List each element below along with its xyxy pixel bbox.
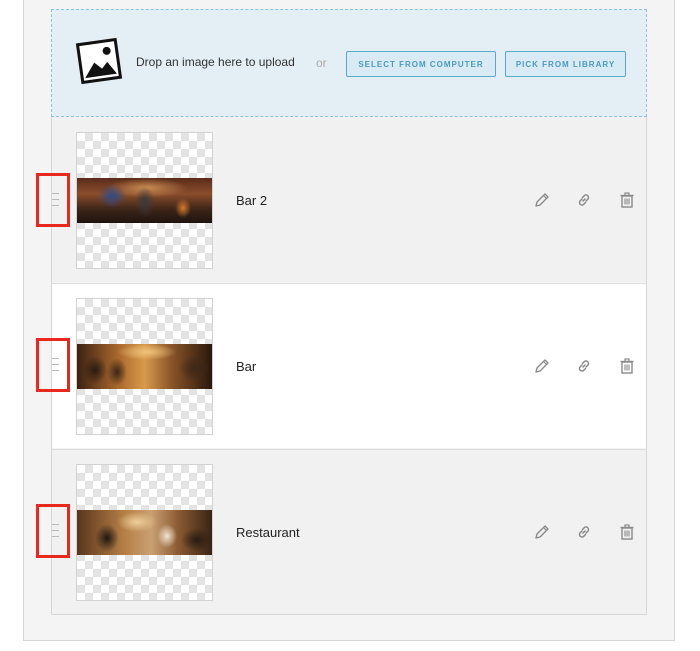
drag-handle-icon: [52, 524, 59, 538]
image-thumbnail[interactable]: [76, 298, 213, 435]
link-icon[interactable]: [575, 357, 593, 375]
image-thumbnail[interactable]: [76, 464, 213, 601]
or-separator: or: [316, 56, 327, 70]
pencil-icon[interactable]: [533, 357, 551, 375]
drag-handle[interactable]: [36, 173, 70, 227]
pencil-icon[interactable]: [533, 191, 551, 209]
image-title: Bar 2: [236, 193, 268, 208]
drop-instructions: Drop an image here to upload: [136, 55, 295, 69]
list-item: Restaurant: [36, 449, 646, 614]
link-icon[interactable]: [575, 191, 593, 209]
restaurant-photo: [77, 510, 212, 555]
list-item: Bar 2: [36, 117, 646, 282]
link-icon[interactable]: [575, 523, 593, 541]
trash-icon[interactable]: [618, 523, 636, 541]
pencil-icon[interactable]: [533, 523, 551, 541]
image-list: Bar 2 Bar Restaurant: [36, 117, 647, 615]
image-title: Restaurant: [236, 525, 300, 540]
drag-handle-icon: [52, 358, 59, 372]
image-title: Bar: [236, 359, 257, 374]
drag-handle[interactable]: [36, 338, 70, 392]
bar-photo: [77, 344, 212, 389]
trash-icon[interactable]: [618, 191, 636, 209]
pick-from-library-button[interactable]: PICK FROM LIBRARY: [505, 51, 626, 77]
drag-handle-icon: [52, 193, 59, 207]
list-item: Bar: [36, 283, 646, 448]
image-dropzone[interactable]: Drop an image here to upload or SELECT F…: [51, 9, 647, 117]
bar-photo: [77, 178, 212, 223]
image-thumbnail[interactable]: [76, 132, 213, 269]
drag-handle[interactable]: [36, 504, 70, 558]
select-from-computer-button[interactable]: SELECT FROM COMPUTER: [346, 51, 496, 77]
trash-icon[interactable]: [618, 357, 636, 375]
image-upload-icon: [75, 37, 123, 85]
